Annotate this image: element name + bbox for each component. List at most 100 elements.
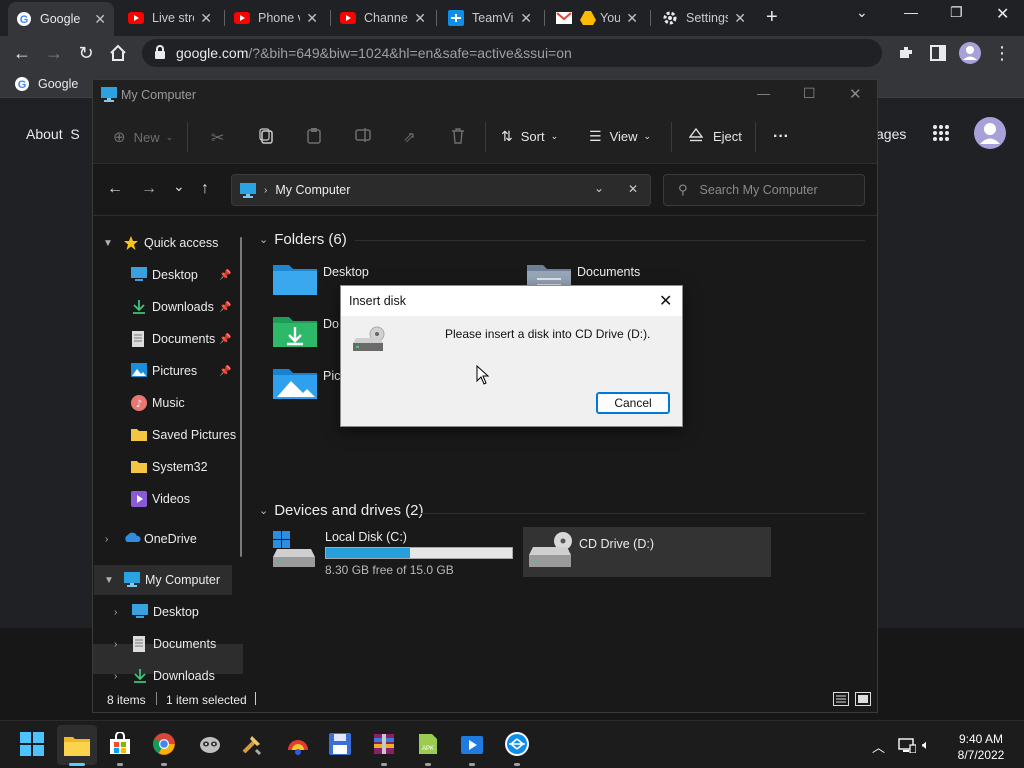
view-button[interactable]: ☰ View ⌄ [589,128,651,145]
cut-icon[interactable]: ✂ [211,128,224,148]
drive-cd-d[interactable]: CD Drive (D:) [523,527,771,577]
more-options-button[interactable]: ··· [773,128,789,146]
close-window-icon[interactable]: ✕ [996,4,1009,24]
close-tab-icon[interactable]: ✕ [306,10,318,27]
chevron-right-icon[interactable]: › [105,534,108,545]
nav-system32[interactable]: System32 [93,452,243,482]
winrar-archive-icon[interactable] [370,730,398,758]
minimize-icon[interactable]: — [757,86,770,101]
extensions-icon[interactable] [894,41,918,65]
tab-google[interactable]: G Google ✕ [8,2,114,36]
new-button[interactable]: ⊕ New ⌄ [113,128,173,146]
restore-icon[interactable]: ❐ [950,4,963,21]
images-link[interactable]: ages [876,126,906,142]
tab-live-stream[interactable]: Live stre ✕ [120,4,220,32]
nav-music[interactable]: ♪ Music [93,388,243,418]
chrome-icon[interactable] [150,730,178,758]
apk-installer-icon[interactable]: APK [414,730,442,758]
explorer-search-box[interactable]: ⚲ Search My Computer [663,174,865,206]
devices-section-header[interactable]: ⌄ Devices and drives (2) [259,502,423,519]
teamviewer-icon[interactable] [503,730,531,758]
close-tab-icon[interactable]: ✕ [414,10,426,27]
close-window-icon[interactable]: ✕ [849,85,862,103]
up-arrow-icon[interactable]: ↑ [201,180,209,198]
close-tab-icon[interactable]: ✕ [734,10,746,27]
tab-search-chevron-icon[interactable]: ⌄ [856,4,868,21]
share-icon[interactable]: ⇗ [403,128,416,146]
show-hidden-icons-chevron[interactable]: ︿ [872,737,885,756]
search-input[interactable]: Search My Computer [700,183,818,197]
chevron-right-icon[interactable]: › [114,639,117,650]
nav-quick-access[interactable]: ▼ Quick access [93,228,243,258]
copy-icon[interactable] [259,128,273,144]
back-arrow-icon[interactable]: ← [10,41,34,65]
account-avatar-icon[interactable] [974,117,1006,152]
media-player-icon[interactable] [458,730,486,758]
chevron-right-icon[interactable]: › [114,607,117,618]
clock[interactable]: 9:40 AM 8/7/2022 [946,731,1016,763]
chevron-right-icon[interactable]: › [114,671,117,682]
network-icon[interactable] [898,737,917,756]
forward-arrow-icon[interactable]: → [141,180,157,198]
folders-section-header[interactable]: ⌄ Folders (6) [259,231,347,248]
close-tab-icon[interactable]: ✕ [200,10,212,27]
sort-button[interactable]: ⇅ Sort ⌄ [501,128,558,145]
details-view-icon[interactable] [833,692,849,709]
address-history-chevron-icon[interactable]: ⌄ [594,181,604,195]
tools-app-icon[interactable] [238,730,266,758]
tab-channel[interactable]: Channel ✕ [332,4,434,32]
nav-my-computer-downloads[interactable]: › Downloads [94,661,244,691]
tab-settings[interactable]: Settings ✕ [654,4,754,32]
address-bar[interactable]: google.com/?&bih=649&biw=1024&hl=en&safe… [142,39,882,67]
chevron-down-icon[interactable]: ▼ [104,575,114,586]
nav-my-computer-desktop[interactable]: › Desktop [94,597,244,627]
tab-phone[interactable]: Phone v ✕ [226,4,326,32]
file-explorer-taskbar-icon[interactable] [57,725,97,765]
nav-downloads[interactable]: Downloads 📌 [93,292,243,322]
cancel-button[interactable]: Cancel [596,392,670,414]
volume-icon[interactable]: 🔈︎ [922,737,930,753]
nav-documents[interactable]: Documents 📌 [93,324,243,354]
nav-onedrive[interactable]: › OneDrive [93,524,243,554]
reload-icon[interactable]: ↻ [74,41,98,65]
breadcrumb[interactable]: My Computer [275,183,350,197]
clear-address-icon[interactable]: ✕ [628,182,638,196]
colorful-app-icon[interactable] [284,730,312,758]
delete-icon[interactable] [451,128,465,144]
paste-icon[interactable] [307,128,321,144]
large-icons-view-icon[interactable] [855,692,871,709]
home-icon[interactable] [106,41,130,65]
side-panel-icon[interactable] [926,41,950,65]
close-tab-icon[interactable]: ✕ [520,10,532,27]
tab-gmail[interactable]: You ✕ [548,4,646,32]
about-link[interactable]: About S [26,126,80,142]
nav-desktop[interactable]: Desktop 📌 [93,260,243,290]
forward-arrow-icon[interactable]: → [42,41,66,65]
raccoon-app-icon[interactable] [196,730,224,758]
folder-downloads[interactable]: Do [273,313,339,347]
minimize-icon[interactable]: — [904,4,918,20]
start-button[interactable] [18,730,46,758]
folder-pictures[interactable]: Pic [273,365,340,399]
nav-my-computer-documents[interactable]: › Documents [94,629,244,659]
close-tab-icon[interactable]: ✕ [94,11,106,28]
chevron-down-icon[interactable]: ▼ [103,238,113,249]
back-arrow-icon[interactable]: ← [107,180,123,198]
nav-my-computer[interactable]: ▼ My Computer [94,565,232,595]
close-tab-icon[interactable]: ✕ [626,10,638,27]
nav-pictures[interactable]: Pictures 📌 [93,356,243,386]
tab-teamviewer[interactable]: TeamVi ✕ [440,4,540,32]
floppy-save-app-icon[interactable] [326,730,354,758]
bookmark-google[interactable]: G Google [14,76,78,92]
profile-avatar-icon[interactable] [958,41,982,65]
close-dialog-icon[interactable]: ✕ [659,291,672,311]
explorer-address-bar[interactable]: › My Computer ⌄ ✕ [231,174,651,206]
browser-menu-icon[interactable]: ⋮ [990,41,1014,65]
nav-videos[interactable]: Videos [93,484,243,514]
drive-local-disk-c[interactable]: Local Disk (C:) 8.30 GB free of 15.0 GB [269,527,515,577]
recent-locations-chevron-icon[interactable]: ⌄ [173,178,185,195]
new-tab-button[interactable]: + [766,6,778,29]
apps-grid-icon[interactable] [932,124,950,145]
microsoft-store-icon[interactable] [106,730,134,758]
folder-desktop[interactable]: Desktop [273,261,369,295]
